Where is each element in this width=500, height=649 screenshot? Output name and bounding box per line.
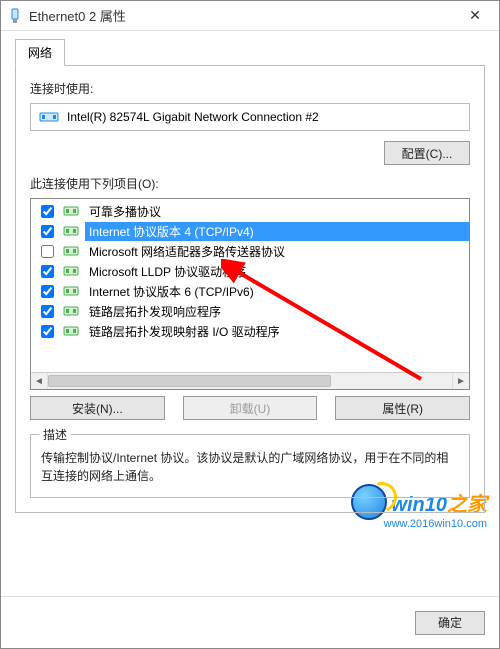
item-checkbox[interactable] — [41, 225, 54, 238]
protocol-icon — [63, 244, 79, 258]
close-icon: ✕ — [469, 7, 481, 24]
configure-button[interactable]: 配置(C)... — [384, 141, 470, 165]
item-label: 链路层拓扑发现响应程序 — [85, 302, 469, 321]
nic-icon — [39, 110, 59, 124]
scroll-track[interactable] — [48, 373, 452, 389]
protocol-icon — [63, 324, 79, 338]
scroll-thumb[interactable] — [48, 375, 331, 387]
tab-label: 网络 — [28, 46, 52, 60]
item-checkbox[interactable] — [41, 265, 54, 278]
protocol-icon — [63, 264, 79, 278]
list-item[interactable]: Microsoft LLDP 协议驱动程序 — [35, 261, 469, 281]
network-adapter-icon — [7, 8, 23, 24]
item-label: Internet 协议版本 6 (TCP/IPv6) — [85, 282, 469, 301]
item-label: Microsoft LLDP 协议驱动程序 — [85, 262, 469, 281]
protocol-icon — [63, 224, 79, 238]
items-label: 此连接使用下列项目(O): — [30, 175, 470, 192]
connect-using-label: 连接时使用: — [30, 80, 470, 97]
client-area: 网络 连接时使用: Intel(R) 82574L Gigabit Networ… — [1, 31, 499, 596]
list-item[interactable]: Internet 协议版本 6 (TCP/IPv6) — [35, 281, 469, 301]
description-group: 描述 传输控制协议/Internet 协议。该协议是默认的广域网络协议，用于在不… — [30, 434, 470, 498]
install-button[interactable]: 安装(N)... — [30, 396, 165, 420]
protocol-icon — [63, 204, 79, 218]
description-title: 描述 — [39, 426, 71, 443]
titlebar: Ethernet0 2 属性 ✕ — [1, 1, 499, 31]
dialog-footer: 确定 — [1, 596, 499, 648]
close-button[interactable]: ✕ — [455, 1, 495, 30]
properties-dialog: Ethernet0 2 属性 ✕ 网络 连接时使用: Intel(R) — [0, 0, 500, 649]
protocol-icon — [63, 284, 79, 298]
button-label: 配置(C)... — [402, 147, 453, 161]
item-label: 可靠多播协议 — [85, 202, 469, 221]
item-label: Internet 协议版本 4 (TCP/IPv4) — [85, 222, 469, 241]
protocol-icon — [63, 304, 79, 318]
item-label: 链路层拓扑发现映射器 I/O 驱动程序 — [85, 322, 469, 341]
scroll-right-arrow-icon[interactable]: ► — [452, 373, 469, 389]
horizontal-scrollbar[interactable]: ◄ ► — [31, 372, 469, 389]
tab-network[interactable]: 网络 — [15, 39, 65, 66]
description-text: 传输控制协议/Internet 协议。该协议是默认的广域网络协议，用于在不同的相… — [41, 449, 459, 485]
item-checkbox[interactable] — [41, 305, 54, 318]
scroll-left-arrow-icon[interactable]: ◄ — [31, 373, 48, 389]
item-checkbox[interactable] — [41, 245, 54, 258]
uninstall-button[interactable]: 卸载(U) — [183, 396, 318, 420]
item-checkbox[interactable] — [41, 205, 54, 218]
list-item[interactable]: 可靠多播协议 — [35, 201, 469, 221]
component-buttons: 安装(N)... 卸载(U) 属性(R) — [30, 396, 470, 420]
properties-button[interactable]: 属性(R) — [335, 396, 470, 420]
item-label: Microsoft 网络适配器多路传送器协议 — [85, 242, 469, 261]
button-label: 安装(N)... — [72, 402, 123, 416]
tab-strip: 网络 — [15, 39, 485, 66]
item-checkbox[interactable] — [41, 325, 54, 338]
list-item[interactable]: Internet 协议版本 4 (TCP/IPv4) — [35, 221, 469, 241]
list-item[interactable]: Microsoft 网络适配器多路传送器协议 — [35, 241, 469, 261]
watermark-url: www.2016win10.com — [384, 518, 487, 530]
window-title: Ethernet0 2 属性 — [29, 6, 455, 25]
button-label: 卸载(U) — [230, 402, 271, 416]
connect-using-field: Intel(R) 82574L Gigabit Network Connecti… — [30, 103, 470, 131]
ok-button[interactable]: 确定 — [415, 611, 485, 635]
button-label: 确定 — [438, 616, 462, 630]
list-item[interactable]: 链路层拓扑发现映射器 I/O 驱动程序 — [35, 321, 469, 341]
device-name: Intel(R) 82574L Gigabit Network Connecti… — [67, 110, 319, 124]
item-checkbox[interactable] — [41, 285, 54, 298]
button-label: 属性(R) — [382, 402, 423, 416]
list-item[interactable]: 链路层拓扑发现响应程序 — [35, 301, 469, 321]
components-list[interactable]: 可靠多播协议Internet 协议版本 4 (TCP/IPv4)Microsof… — [30, 198, 470, 390]
tab-panel-network: 连接时使用: Intel(R) 82574L Gigabit Network C… — [15, 65, 485, 513]
